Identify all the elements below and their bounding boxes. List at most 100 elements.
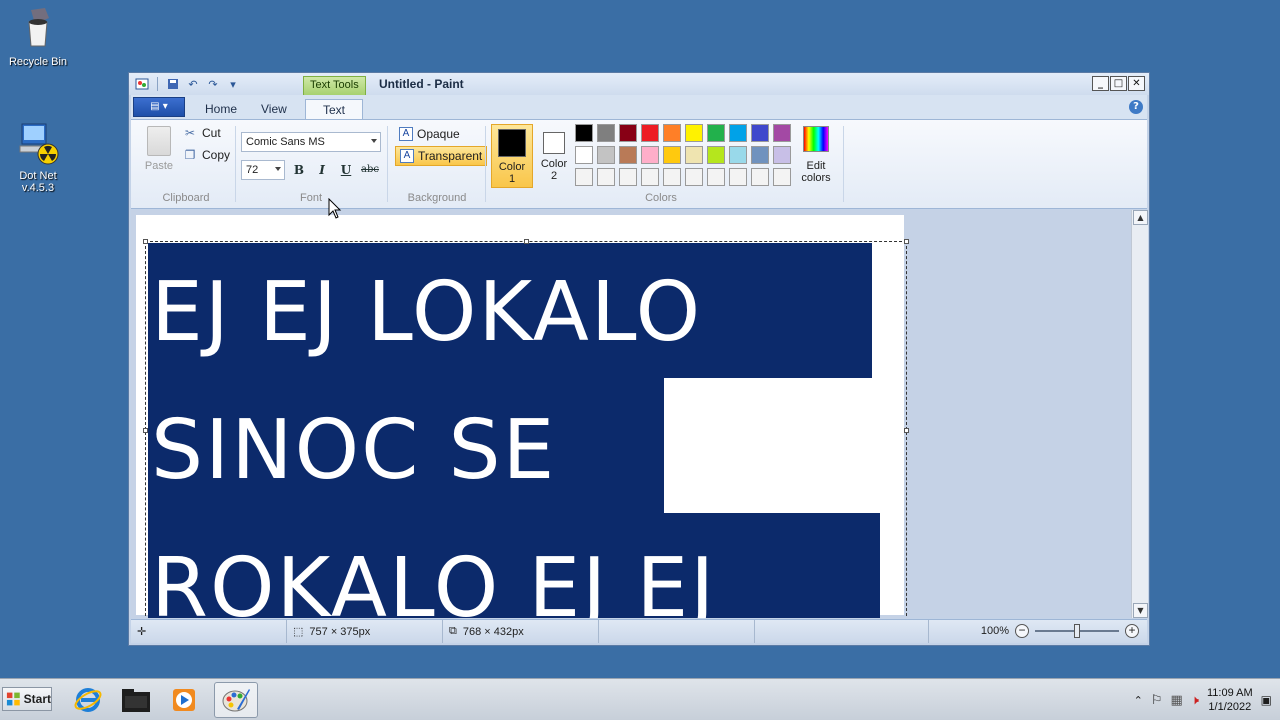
window-controls: _ □ ✕ <box>1092 76 1145 91</box>
color2-button[interactable]: Color 2 <box>533 124 575 188</box>
bold-button[interactable]: B <box>289 160 309 180</box>
font-family-select[interactable]: Comic Sans MS <box>241 132 381 152</box>
tab-text[interactable]: Text <box>305 99 363 119</box>
selection-size-cell: ⬚ 757 × 375px <box>287 620 443 643</box>
recycle-bin-icon <box>28 8 49 47</box>
palette-swatch[interactable] <box>685 124 703 142</box>
desktop-icon-dotnet[interactable]: Dot Net v.4.5.3 <box>0 120 76 194</box>
title-bar[interactable]: ↶ ↷ ▾ Text Tools Untitled - Paint _ □ ✕ <box>129 73 1149 95</box>
palette-swatch[interactable] <box>597 168 615 186</box>
palette-swatch[interactable] <box>707 146 725 164</box>
palette-swatch[interactable] <box>729 146 747 164</box>
resize-handle[interactable] <box>904 428 909 433</box>
zoom-control: 100% − + <box>981 624 1139 638</box>
palette-swatch[interactable] <box>751 168 769 186</box>
desktop-icon-recycle-bin[interactable]: Recycle Bin <box>0 6 76 68</box>
palette-swatch[interactable] <box>619 124 637 142</box>
resize-handle[interactable] <box>143 428 148 433</box>
palette-swatch[interactable] <box>619 146 637 164</box>
palette-swatch[interactable] <box>773 124 791 142</box>
palette-swatch[interactable] <box>707 168 725 186</box>
palette-swatch[interactable] <box>597 146 615 164</box>
palette-swatch[interactable] <box>575 168 593 186</box>
selection-size: 757 × 375px <box>309 625 371 638</box>
palette-swatch[interactable] <box>641 124 659 142</box>
palette-swatch[interactable] <box>729 124 747 142</box>
group-separator <box>387 126 388 202</box>
palette-swatch[interactable] <box>751 146 769 164</box>
zoom-slider-thumb[interactable] <box>1074 624 1080 638</box>
palette-swatch[interactable] <box>641 168 659 186</box>
palette-swatch[interactable] <box>729 168 747 186</box>
opaque-label: Opaque <box>417 127 460 141</box>
palette-swatch[interactable] <box>575 124 593 142</box>
volume-muted-icon[interactable]: 🕨 <box>1191 693 1199 708</box>
clock-date: 1/1/2022 <box>1208 701 1252 713</box>
undo-icon[interactable]: ↶ <box>184 76 202 92</box>
opaque-button[interactable]: A Opaque <box>395 124 464 144</box>
copy-button[interactable]: ❐ Copy <box>183 148 230 162</box>
paint-menu-button[interactable]: ▤ ▾ <box>133 97 185 117</box>
edit-colors-button[interactable]: Edit colors <box>795 124 837 184</box>
palette-swatch[interactable] <box>707 124 725 142</box>
text-selection-box[interactable] <box>143 239 909 618</box>
zoom-slider[interactable] <box>1035 624 1119 638</box>
maximize-button[interactable]: □ <box>1110 76 1127 91</box>
action-center-flag-icon[interactable]: ⚐ <box>1151 693 1163 708</box>
clock[interactable]: 11:09 AM 1/1/2022 <box>1207 686 1253 714</box>
taskbar-media-player[interactable] <box>162 682 206 718</box>
tab-view[interactable]: View <box>249 99 299 119</box>
vertical-scrollbar[interactable]: ▲ ▼ <box>1131 210 1148 618</box>
help-icon[interactable]: ? <box>1129 100 1143 114</box>
paste-button[interactable]: Paste <box>141 126 177 172</box>
palette-swatch[interactable] <box>663 168 681 186</box>
cut-button[interactable]: ✂ Cut <box>183 126 221 140</box>
canvas-size-icon: ⧉ <box>449 625 457 637</box>
strikethrough-button[interactable]: abc <box>359 160 381 180</box>
scroll-up-button[interactable]: ▲ <box>1133 210 1148 225</box>
tab-home[interactable]: Home <box>193 99 249 119</box>
paste-label: Paste <box>144 160 174 172</box>
palette-swatch[interactable] <box>685 146 703 164</box>
color1-button[interactable]: Color 1 <box>491 124 533 188</box>
palette-swatch[interactable] <box>685 168 703 186</box>
font-size-select[interactable]: 72 <box>241 160 285 180</box>
transparent-label: Transparent <box>418 149 483 163</box>
zoom-out-button[interactable]: − <box>1015 624 1029 638</box>
resize-handle[interactable] <box>904 239 909 244</box>
cut-label: Cut <box>202 126 221 140</box>
redo-icon[interactable]: ↷ <box>204 76 222 92</box>
palette-swatch[interactable] <box>575 146 593 164</box>
canvas-area[interactable]: EJ EJ LOKALO SINOC SE ROKALO EJ EJ <box>131 210 1131 618</box>
zoom-in-button[interactable]: + <box>1125 624 1139 638</box>
palette-swatch[interactable] <box>663 124 681 142</box>
save-icon[interactable] <box>164 76 182 92</box>
scroll-down-button[interactable]: ▼ <box>1133 603 1148 618</box>
palette-swatch[interactable] <box>597 124 615 142</box>
transparent-button[interactable]: A Transparent <box>395 146 488 166</box>
desktop-icon-label: Recycle Bin <box>8 56 68 68</box>
resize-handle[interactable] <box>524 239 529 244</box>
paint-window: ↶ ↷ ▾ Text Tools Untitled - Paint _ □ ✕ … <box>128 72 1150 646</box>
customize-qat-icon[interactable]: ▾ <box>224 76 242 92</box>
start-button[interactable]: Start <box>2 687 52 711</box>
paint-app-icon[interactable] <box>133 76 151 92</box>
taskbar-file-explorer[interactable] <box>114 682 158 718</box>
network-icon[interactable]: ▦ <box>1170 693 1182 708</box>
minimize-button[interactable]: _ <box>1092 76 1109 91</box>
palette-swatch[interactable] <box>619 168 637 186</box>
resize-handle[interactable] <box>143 239 148 244</box>
taskbar-internet-explorer[interactable] <box>66 682 110 718</box>
palette-swatch[interactable] <box>773 168 791 186</box>
palette-swatch[interactable] <box>641 146 659 164</box>
show-hidden-icons[interactable]: ⌃ <box>1134 694 1143 707</box>
desktop-icon-label: Dot Net v.4.5.3 <box>19 170 57 194</box>
underline-button[interactable]: U <box>336 160 356 180</box>
palette-swatch[interactable] <box>751 124 769 142</box>
close-button[interactable]: ✕ <box>1128 76 1145 91</box>
show-desktop-icon[interactable]: ▣ <box>1261 693 1272 707</box>
italic-button[interactable]: I <box>312 160 332 180</box>
palette-swatch[interactable] <box>773 146 791 164</box>
taskbar-paint[interactable] <box>214 682 258 718</box>
palette-swatch[interactable] <box>663 146 681 164</box>
